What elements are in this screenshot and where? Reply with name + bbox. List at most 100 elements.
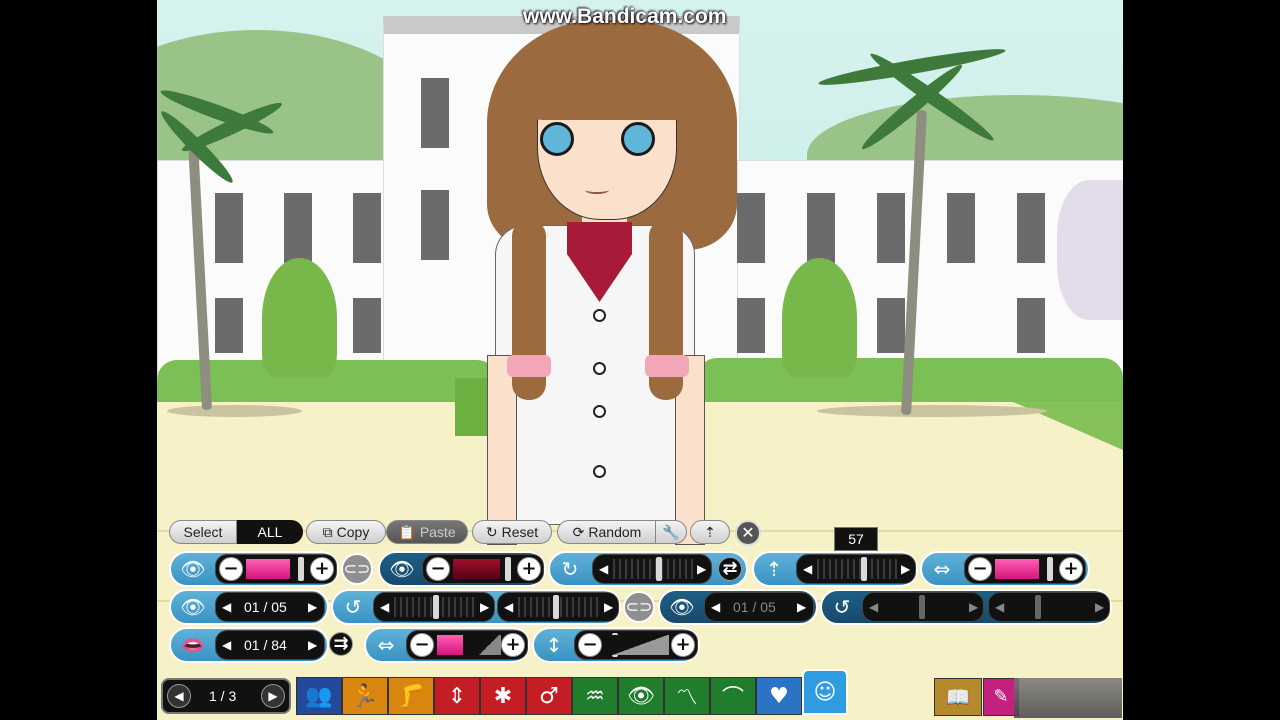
slider-knob[interactable] <box>433 595 439 619</box>
eye-height-track[interactable]: ◀ ▶ <box>796 554 916 584</box>
copy-label: Copy <box>336 524 370 540</box>
page-next-button[interactable]: ▶ <box>261 684 285 708</box>
right-arrow-icon[interactable]: ▶ <box>901 562 910 576</box>
increase-button[interactable]: + <box>501 633 525 657</box>
right-arrow-icon[interactable]: ▶ <box>697 562 706 576</box>
slider-knob[interactable] <box>298 557 304 581</box>
eye-distance-track-a[interactable]: ◀ ▶ <box>373 592 495 622</box>
slider-knob[interactable] <box>1035 595 1041 619</box>
category-tab-pose[interactable]: 🏃 <box>342 677 388 715</box>
page-prev-button[interactable]: ◀ <box>167 684 191 708</box>
increase-button[interactable]: + <box>310 557 334 581</box>
slider-knob[interactable] <box>1047 557 1053 581</box>
right-arrow-icon[interactable]: ▶ <box>604 600 613 614</box>
mouth-color-track[interactable]: − + <box>406 630 528 660</box>
paste-button[interactable]: 📋 Paste <box>386 520 468 544</box>
eye-color-track[interactable]: − + <box>215 554 337 584</box>
left-arrow-icon[interactable]: ◀ <box>380 600 389 614</box>
select-all-button[interactable]: ALL <box>237 520 303 544</box>
category-tab-body-shape[interactable]: ✱ <box>480 677 526 715</box>
increase-button[interactable]: + <box>517 557 541 581</box>
link-icon: ⊂⊃ <box>625 597 653 616</box>
window <box>737 193 765 263</box>
swap-button[interactable]: ⇄ <box>718 557 742 581</box>
category-tab-eye[interactable]: 👁 <box>618 677 664 715</box>
select-button[interactable]: Select <box>169 520 237 544</box>
left-arrow-icon[interactable]: ◀ <box>995 600 1004 614</box>
mouth-style-selector-panel: 👄 ◀ 01 / 84 ▶ <box>169 627 329 663</box>
eye-style-counter: 01 / 05 <box>244 599 287 615</box>
mouth-style-stepper[interactable]: ◀ 01 / 84 ▶ <box>215 630 325 660</box>
window <box>284 193 312 263</box>
slider-knob[interactable] <box>655 557 662 581</box>
random-button[interactable]: ⟳ Random <box>557 520 657 544</box>
window <box>877 193 905 263</box>
window <box>353 298 381 353</box>
increase-button[interactable]: + <box>1059 557 1083 581</box>
mouth-width-icon: ⇔ <box>377 633 395 657</box>
left-arrow-icon[interactable]: ◀ <box>222 638 231 652</box>
close-button[interactable]: ✕ <box>735 520 761 546</box>
category-tab-heart[interactable]: ♥ <box>756 677 802 715</box>
slider-knob[interactable] <box>505 557 511 581</box>
eye-distance-track-b[interactable]: ◀ ▶ <box>497 592 619 622</box>
paste-label: Paste <box>419 524 456 540</box>
right-arrow-icon[interactable]: ▶ <box>308 638 317 652</box>
eye-height-icon: ⇡ <box>765 557 783 581</box>
mouth <box>585 186 609 194</box>
right-arrow-icon[interactable]: ▶ <box>1095 600 1104 614</box>
bow-left <box>507 355 551 377</box>
category-tab-hair[interactable]: ♒ <box>572 677 618 715</box>
category-tab-people[interactable]: 👥 <box>296 677 342 715</box>
right-arrow-icon[interactable]: ▶ <box>797 600 806 614</box>
category-tab-face[interactable]: ☺ <box>802 669 848 715</box>
eye2-style-stepper[interactable]: ◀ 01 / 05 ▶ <box>704 592 814 622</box>
category-tab-legs[interactable]: 🦵 <box>388 677 434 715</box>
category-tab-brow[interactable]: 〽 <box>664 677 710 715</box>
brow-icon: 〽 <box>675 686 698 711</box>
eye-rotation-track[interactable]: ◀ ▶ <box>592 554 712 584</box>
increase-button[interactable]: + <box>671 633 695 657</box>
window <box>947 193 975 263</box>
left-arrow-icon[interactable]: ◀ <box>599 562 608 576</box>
eye2-distance-track-b[interactable]: ◀ ▶ <box>988 592 1110 622</box>
decrease-button[interactable]: − <box>426 557 450 581</box>
eye-shade-track[interactable]: − + <box>422 554 544 584</box>
right-arrow-icon[interactable]: ▶ <box>480 600 489 614</box>
decrease-button[interactable]: − <box>968 557 992 581</box>
save-book-button[interactable]: 📖 <box>934 678 982 716</box>
left-arrow-icon[interactable]: ◀ <box>803 562 812 576</box>
left-arrow-icon[interactable]: ◀ <box>504 600 513 614</box>
left-arrow-icon[interactable]: ◀ <box>869 600 878 614</box>
decrease-button[interactable]: − <box>578 633 602 657</box>
layer-up-button[interactable]: ⇡ <box>690 520 730 544</box>
slider-knob[interactable] <box>919 595 925 619</box>
slider-knob[interactable] <box>553 595 560 619</box>
slider-knob[interactable] <box>861 557 868 581</box>
left-arrow-icon[interactable]: ◀ <box>711 600 720 614</box>
copy-button[interactable]: ⧉ Copy <box>306 520 386 544</box>
ridge-track <box>613 559 693 579</box>
category-tab-ears[interactable]: ⌒ <box>710 677 756 715</box>
link-toggle[interactable]: ⊂⊃ <box>341 553 373 585</box>
mouth-swap-button[interactable]: ⇉ <box>329 632 353 656</box>
category-tab-gender[interactable]: ♂ <box>526 677 572 715</box>
category-tab-body-height[interactable]: ⇕ <box>434 677 480 715</box>
mouth-color-fill <box>437 635 463 655</box>
right-arrow-icon[interactable]: ▶ <box>308 600 317 614</box>
decrease-button[interactable]: − <box>410 633 434 657</box>
mouth-height-track[interactable]: − + <box>574 630 698 660</box>
decrease-button[interactable]: − <box>219 557 243 581</box>
shirt-button <box>593 405 606 418</box>
reset-button[interactable]: ↻ Reset <box>472 520 552 544</box>
link-icon: ⊂⊃ <box>343 559 371 578</box>
right-arrow-icon[interactable]: ▶ <box>969 600 978 614</box>
link-toggle[interactable]: ⊂⊃ <box>623 591 655 623</box>
left-arrow-icon[interactable]: ◀ <box>222 600 231 614</box>
settings-wrench-button[interactable]: 🔧 <box>655 520 687 544</box>
reset-label: Reset <box>501 524 539 540</box>
eye-size-track[interactable]: − + <box>964 554 1086 584</box>
tree-shadow <box>167 405 302 417</box>
eye-style-stepper[interactable]: ◀ 01 / 05 ▶ <box>215 592 325 622</box>
eye2-distance-track-a[interactable]: ◀ ▶ <box>862 592 984 622</box>
